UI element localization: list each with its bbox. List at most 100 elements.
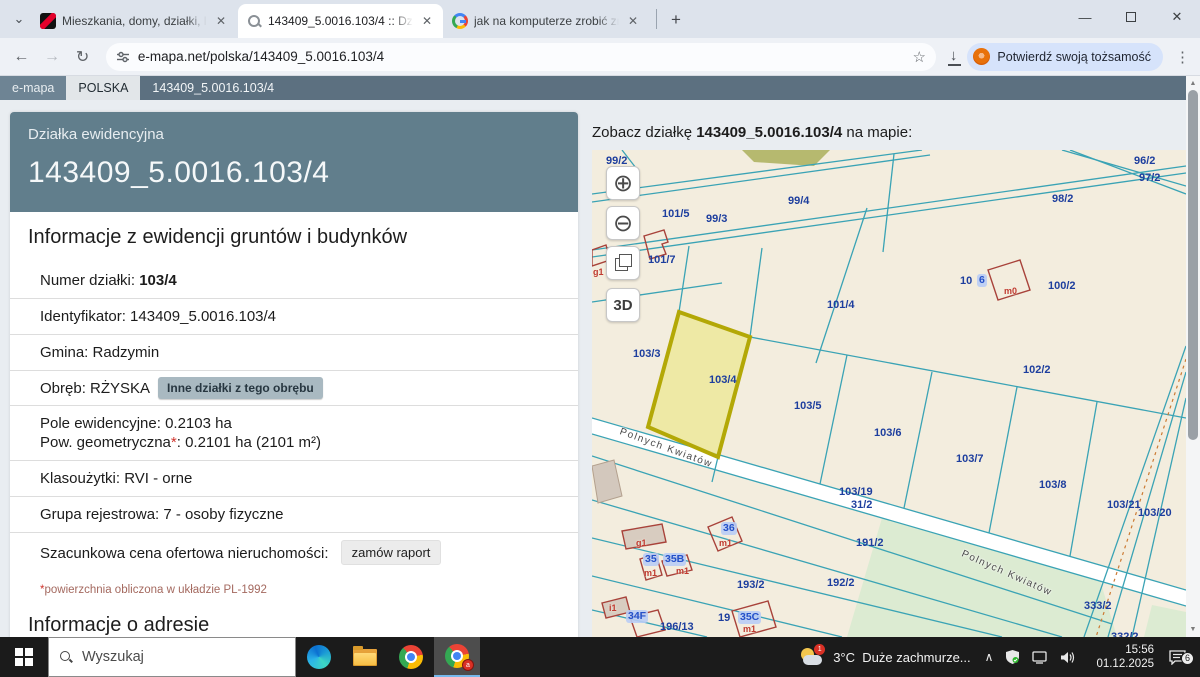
reload-button[interactable]: ↻ — [69, 43, 96, 71]
identity-label: Potwierdź swoją tożsamość — [997, 50, 1151, 64]
address-number-label: 35C — [738, 611, 761, 624]
clock-date: 01.12.2025 — [1096, 657, 1154, 671]
taskbar-clock[interactable]: 15:56 01.12.2025 — [1096, 643, 1154, 671]
row-grupa: Grupa rejestrowa: 7 - osoby fizyczne — [10, 497, 578, 533]
forward-button[interactable]: → — [39, 43, 66, 71]
action-center-button[interactable]: 6 — [1164, 650, 1190, 665]
building-label: m1 — [743, 624, 756, 634]
parcel-number-label: 96/2 — [1134, 155, 1155, 167]
parcel-info-panel: Działka ewidencyjna 143409_5.0016.103/4 … — [10, 112, 578, 637]
parcel-number-label: 19 — [718, 612, 730, 624]
tab-divider — [656, 9, 657, 29]
parcel-number-label: 103/5 — [794, 400, 822, 412]
building-label: m1 — [644, 568, 657, 578]
info-rows: Numer działki: 103/4 Identyfikator: 1434… — [10, 263, 578, 572]
parcel-number-label: 97/2 — [1139, 172, 1160, 184]
scrollbar-thumb[interactable] — [1188, 90, 1198, 440]
building-label: m1 — [719, 538, 732, 548]
parcel-number-label: 103/3 — [633, 348, 661, 360]
address-bar[interactable]: e-mapa.net/polska/143409_5.0016.103/4 ☆ — [106, 43, 936, 71]
order-report-button[interactable]: zamów raport — [341, 540, 442, 565]
search-input[interactable] — [82, 649, 262, 665]
start-button[interactable] — [0, 637, 48, 677]
obreb-label: Obręb: RŻYSKA — [40, 380, 150, 397]
parcel-number-label: 101/5 — [662, 208, 690, 220]
cadastral-map[interactable]: 99/296/297/299/498/2101/599/3101/7100/21… — [592, 150, 1186, 637]
page-scrollbar[interactable]: ▲ ▼ — [1186, 76, 1200, 637]
clock-time: 15:56 — [1096, 643, 1154, 657]
building-label: i1 — [609, 603, 617, 613]
cloud-icon — [803, 655, 822, 665]
scroll-down-icon[interactable]: ▼ — [1186, 623, 1200, 635]
site-info-icon[interactable] — [116, 50, 130, 64]
tab-close-icon[interactable]: ✕ — [213, 13, 229, 29]
network-icon[interactable] — [1032, 651, 1048, 664]
zoom-in-button[interactable]: ⊕ — [606, 166, 640, 200]
parcel-number-label: 99/4 — [788, 195, 809, 207]
magnifier-favicon-icon — [246, 13, 262, 29]
back-button[interactable]: ← — [8, 43, 35, 71]
section-title-adres: Informacje o adresie — [28, 614, 578, 637]
numer-value: 103/4 — [139, 272, 177, 289]
system-tray-area: 1 3°C Duże zachmurze... ∧ 15:56 01.12.20… — [799, 637, 1200, 677]
site-header-title: 143409_5.0016.103/4 — [140, 76, 286, 100]
map-pane: Zobacz działkę 143409_5.0016.103/4 na ma… — [592, 100, 1186, 637]
downloads-icon[interactable]: ↓ — [950, 47, 958, 64]
row-cena: Szacunkowa cena ofertowa nieruchomości: … — [10, 533, 578, 572]
new-tab-button[interactable]: + — [663, 7, 689, 33]
tab-search-chevron-icon[interactable]: ⌄ — [6, 5, 32, 33]
pinned-apps: a — [296, 637, 480, 677]
polska-tab[interactable]: POLSKA — [66, 76, 140, 100]
volume-icon[interactable] — [1061, 651, 1076, 664]
address-number-label: 6 — [977, 274, 987, 287]
building-label: m0 — [1004, 286, 1017, 296]
tab-close-icon[interactable]: ✕ — [625, 13, 641, 29]
row-identyfikator: Identyfikator: 143409_5.0016.103/4 — [10, 299, 578, 335]
numer-label: Numer działki: — [40, 272, 139, 289]
row-gmina: Gmina: Radzymin — [10, 335, 578, 371]
show-hidden-icons-chevron[interactable]: ∧ — [985, 650, 994, 664]
street-name-label: Polnych Kwiatów — [618, 426, 714, 470]
address-number-label: 36 — [721, 522, 737, 535]
parcel-number-label: 101/7 — [648, 254, 676, 266]
page-content: Działka ewidencyjna 143409_5.0016.103/4 … — [0, 100, 1186, 637]
map-title-parcel-id: 143409_5.0016.103/4 — [696, 124, 842, 141]
browser-tab-google[interactable]: jak na komputerze zrobić zrzut ✕ — [444, 4, 649, 38]
tab-close-icon[interactable]: ✕ — [419, 13, 435, 29]
parcel-number-label: 100/2 — [1048, 280, 1076, 292]
url-text[interactable]: e-mapa.net/polska/143409_5.0016.103/4 — [138, 49, 913, 64]
map-title: Zobacz działkę 143409_5.0016.103/4 na ma… — [592, 100, 1186, 141]
chrome-active-taskbar-button[interactable]: a — [434, 637, 480, 677]
layers-button[interactable] — [606, 246, 640, 280]
parcel-number-label: 103/4 — [709, 374, 737, 386]
security-shield-icon[interactable] — [1006, 650, 1019, 664]
browser-menu-icon[interactable]: ⋮ — [1173, 48, 1192, 66]
emapa-brand-tab[interactable]: e-mapa — [0, 76, 66, 100]
scroll-up-icon[interactable]: ▲ — [1186, 77, 1200, 89]
other-parcels-button[interactable]: Inne działki z tego obrębu — [158, 377, 323, 399]
edge-taskbar-button[interactable] — [296, 637, 342, 677]
weather-widget[interactable]: 1 3°C Duże zachmurze... — [799, 646, 970, 668]
tab-title: 143409_5.0016.103/4 :: Działka — [268, 14, 413, 28]
pow-value: : 0.2101 ha (2101 m²) — [177, 434, 321, 451]
browser-tab-otodom[interactable]: Mieszkania, domy, działki, lokal ✕ — [32, 4, 237, 38]
explorer-taskbar-button[interactable] — [342, 637, 388, 677]
parcel-number-label: 192/2 — [827, 577, 855, 589]
minimize-button[interactable]: — — [1062, 0, 1108, 34]
bookmark-star-icon[interactable]: ☆ — [912, 48, 925, 66]
chrome-taskbar-button[interactable] — [388, 637, 434, 677]
building-label: g1 — [636, 538, 647, 548]
chrome-icon — [399, 645, 423, 669]
zoom-out-button[interactable]: ⊖ — [606, 206, 640, 240]
identity-confirm-button[interactable]: Potwierdź swoją tożsamość — [967, 43, 1163, 71]
browser-tab-emapa[interactable]: 143409_5.0016.103/4 :: Działka ✕ — [238, 4, 443, 38]
restore-button[interactable] — [1108, 0, 1154, 34]
windows-logo-icon — [15, 648, 33, 666]
weather-alert-badge: 1 — [814, 644, 825, 655]
view-3d-button[interactable]: 3D — [606, 288, 640, 322]
google-favicon-icon — [452, 13, 468, 29]
pole-label: Pole ewidencyjne: 0.2103 ha — [40, 415, 232, 432]
taskbar-search[interactable] — [48, 637, 296, 677]
close-button[interactable]: ✕ — [1154, 0, 1200, 34]
cena-label: Szacunkowa cena ofertowa nieruchomości: — [40, 545, 333, 562]
